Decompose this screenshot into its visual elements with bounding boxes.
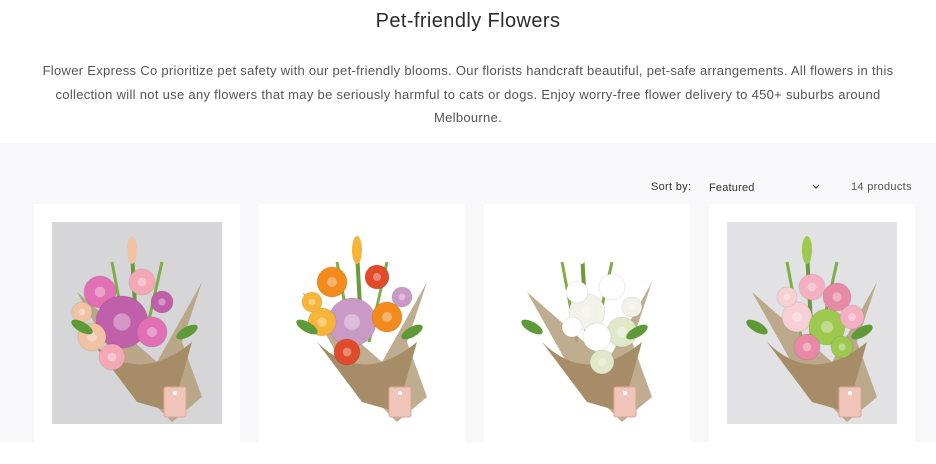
product-image[interactable] — [52, 222, 222, 424]
product-card[interactable] — [484, 204, 690, 464]
product-image[interactable] — [502, 222, 672, 424]
product-card[interactable] — [34, 204, 240, 464]
product-card[interactable] — [709, 204, 915, 464]
product-image[interactable] — [727, 222, 897, 424]
chevron-down-icon — [811, 181, 821, 191]
sort-selected-value: Featured — [709, 182, 755, 194]
page-title: Pet-friendly Flowers — [375, 10, 561, 32]
product-count: 14 products — [851, 181, 912, 193]
sort-dropdown[interactable]: Featured — [703, 178, 829, 198]
sort-by-label: Sort by: — [651, 181, 692, 193]
product-image[interactable] — [277, 222, 447, 424]
collection-description: Flower Express Co prioritize pet safety … — [42, 63, 894, 125]
collection-header: Pet-friendly Flowers Flower Express Co p… — [0, 0, 936, 143]
product-card[interactable] — [259, 204, 465, 464]
